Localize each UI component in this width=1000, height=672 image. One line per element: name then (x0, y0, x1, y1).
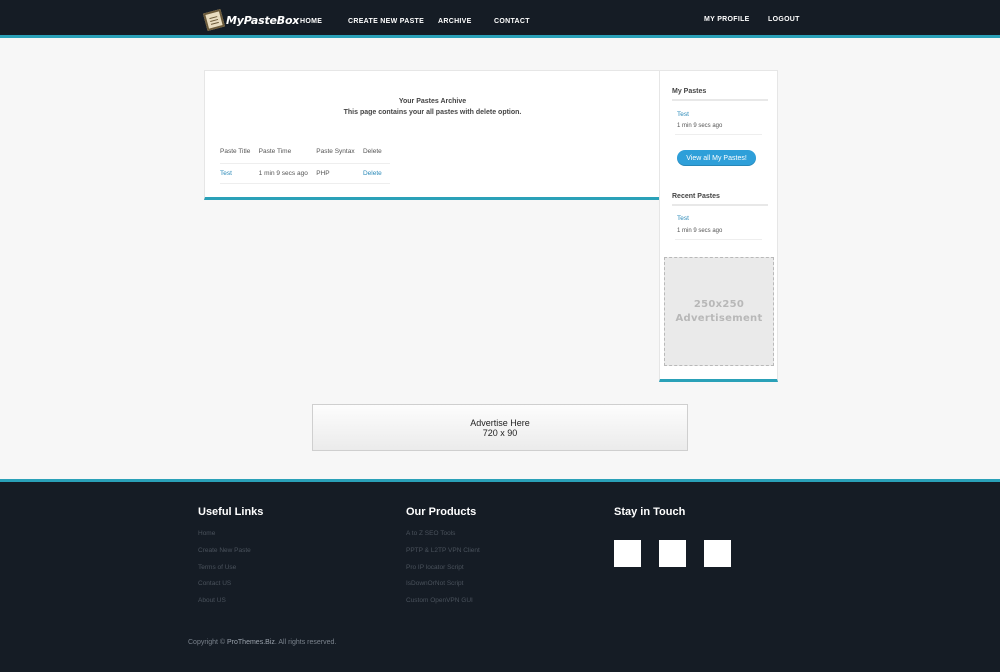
delete-link[interactable]: Delete (363, 170, 382, 177)
archive-panel: Your Pastes Archive This page contains y… (204, 70, 661, 200)
column-header-time: Paste Time (258, 147, 317, 164)
view-all-my-pastes-button[interactable]: View all My Pastes! (677, 150, 756, 166)
nav-my-profile[interactable]: MY PROFILE (704, 16, 750, 23)
copyright: Copyright © ProThemes.Biz. All rights re… (188, 639, 336, 646)
our-products-heading: Our Products (406, 506, 477, 518)
paste-title-link[interactable]: Test (220, 170, 232, 177)
my-paste-link[interactable]: Test (677, 111, 689, 118)
recent-paste-time: 1 min 9 secs ago (677, 228, 723, 234)
column-header-syntax: Paste Syntax (316, 147, 363, 164)
banner-ad-label: Advertise Here (470, 417, 530, 428)
nav-home[interactable]: HOME (300, 18, 322, 25)
column-header-delete: Delete (362, 147, 390, 164)
social-icon[interactable] (704, 540, 731, 567)
footer-link-create-new-paste[interactable]: Create New Paste (198, 547, 251, 554)
sidebar-advertisement[interactable]: 250x250 Advertisement (664, 257, 774, 366)
paste-time: 1 min 9 secs ago (258, 163, 317, 184)
sidebar: My Pastes Test 1 min 9 secs ago View all… (659, 70, 778, 382)
top-navbar: MyPasteBox HOME CREATE NEW PASTE ARCHIVE… (0, 0, 1000, 38)
table-row: Test 1 min 9 secs ago PHP Delete (220, 163, 390, 184)
nav-create-new-paste[interactable]: CREATE NEW PASTE (348, 18, 424, 25)
copyright-suffix: . All rights reserved. (274, 639, 337, 646)
footer-product-link[interactable]: Pro IP locator Script (406, 564, 464, 571)
stay-in-touch-heading: Stay in Touch (614, 506, 686, 518)
divider (675, 239, 762, 240)
footer-link-home[interactable]: Home (198, 530, 215, 537)
footer: Useful Links Home Create New Paste Terms… (0, 479, 1000, 672)
pastes-table: Paste Title Paste Time Paste Syntax Dele… (220, 147, 390, 184)
logo[interactable]: MyPasteBox (202, 8, 300, 32)
recent-paste-link[interactable]: Test (677, 215, 689, 222)
page-title: Your Pastes Archive (398, 98, 467, 105)
footer-link-about[interactable]: About US (198, 597, 226, 604)
ad-label: Advertisement (675, 312, 763, 324)
table-header-row: Paste Title Paste Time Paste Syntax Dele… (220, 147, 390, 164)
divider (675, 134, 762, 135)
copyright-brand-link[interactable]: ProThemes.Biz (227, 639, 275, 646)
footer-link-contact[interactable]: Contact US (198, 580, 231, 587)
footer-product-link[interactable]: A to Z SEO Tools (406, 530, 455, 537)
social-icon[interactable] (614, 540, 641, 567)
recent-pastes-heading: Recent Pastes (672, 193, 768, 206)
footer-product-link[interactable]: IsDownOrNot Script (406, 580, 463, 587)
page-description: This page contains your all pastes with … (343, 109, 522, 116)
banner-ad-size: 720 x 90 (482, 427, 518, 438)
logo-text: MyPasteBox (226, 13, 300, 27)
footer-product-link[interactable]: PPTP & L2TP VPN Client (406, 547, 480, 554)
paste-syntax: PHP (316, 163, 363, 184)
useful-links-heading: Useful Links (198, 506, 264, 518)
social-icon[interactable] (659, 540, 686, 567)
copyright-prefix: Copyright © (188, 639, 226, 646)
notepad-logo-icon (202, 8, 226, 32)
nav-archive[interactable]: ARCHIVE (438, 18, 472, 25)
banner-advertisement[interactable]: Advertise Here 720 x 90 (312, 404, 688, 451)
my-paste-time: 1 min 9 secs ago (677, 123, 723, 129)
footer-link-terms[interactable]: Terms of Use (198, 564, 236, 571)
nav-contact[interactable]: CONTACT (494, 18, 530, 25)
ad-size-label: 250x250 (693, 298, 745, 310)
my-pastes-heading: My Pastes (672, 88, 768, 101)
nav-logout[interactable]: LOGOUT (768, 16, 800, 23)
footer-product-link[interactable]: Custom OpenVPN GUI (406, 597, 473, 604)
column-header-title: Paste Title (220, 147, 259, 164)
